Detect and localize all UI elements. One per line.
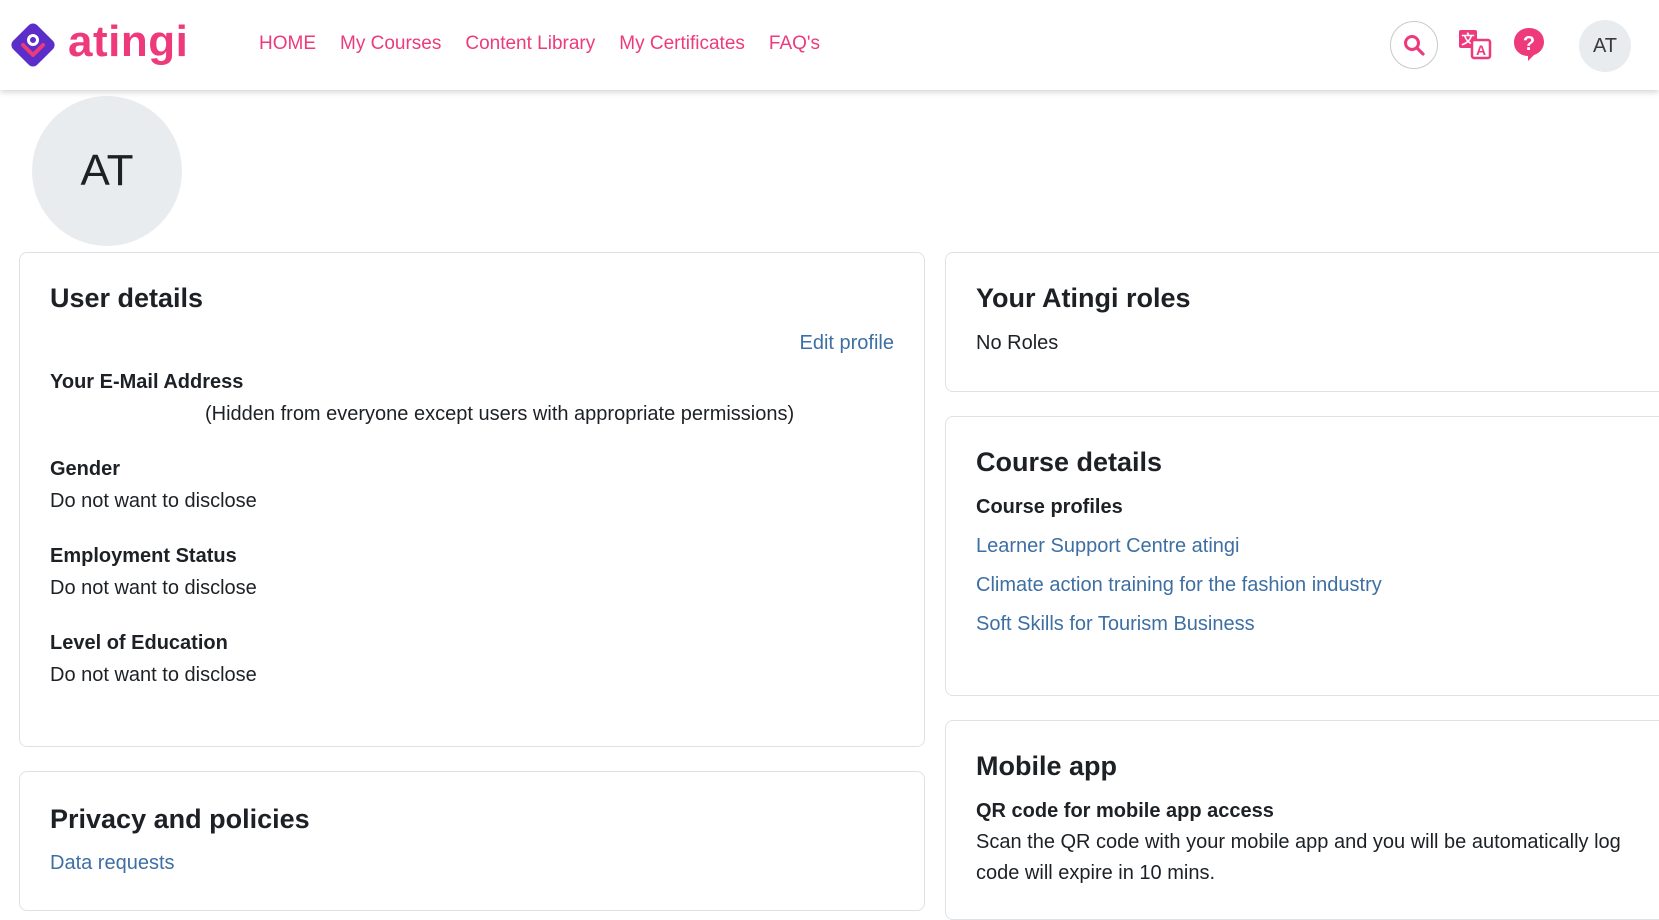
- nav-content-library[interactable]: Content Library: [465, 30, 595, 58]
- search-button[interactable]: [1390, 21, 1438, 69]
- course-link[interactable]: Climate action training for the fashion …: [976, 574, 1382, 597]
- course-details-card: Course details Course profiles Learner S…: [945, 416, 1659, 696]
- qr-code-label: QR code for mobile app access: [976, 800, 1274, 822]
- roles-title: Your Atingi roles: [976, 283, 1191, 313]
- mobile-app-card: Mobile app QR code for mobile app access…: [945, 720, 1659, 920]
- atingi-logo[interactable]: atingi: [6, 18, 188, 72]
- gender-label: Gender: [50, 458, 121, 480]
- logo-text: atingi: [68, 17, 189, 66]
- search-icon: [1404, 35, 1425, 56]
- course-profiles-label: Course profiles: [976, 496, 1123, 518]
- roles-card: Your Atingi roles No Roles: [945, 252, 1659, 392]
- qr-code-text-line1: Scan the QR code with your mobile app an…: [976, 831, 1621, 853]
- course-details-title: Course details: [976, 447, 1163, 477]
- nav-my-courses[interactable]: My Courses: [340, 30, 441, 58]
- top-navbar: atingi HOME My Courses Content Library M…: [0, 0, 1659, 90]
- course-link[interactable]: Learner Support Centre atingi: [976, 535, 1240, 558]
- gender-value: Do not want to disclose: [50, 490, 257, 512]
- nav-my-certificates[interactable]: My Certificates: [619, 30, 745, 58]
- nav-faqs[interactable]: FAQ's: [769, 30, 820, 58]
- qr-code-text-line2: code will expire in 10 mins.: [976, 862, 1215, 884]
- employment-label: Employment Status: [50, 545, 237, 567]
- course-link[interactable]: Soft Skills for Tourism Business: [976, 613, 1255, 636]
- svg-text:?: ?: [1523, 33, 1535, 55]
- user-details-card: User details Edit profile Your E-Mail Ad…: [19, 252, 925, 747]
- logo-diamond-icon: [11, 23, 55, 67]
- user-details-title: User details: [50, 283, 204, 313]
- email-label: Your E-Mail Address: [50, 371, 244, 393]
- email-note: (Hidden from everyone except users with …: [205, 403, 795, 425]
- translate-icon: 文 A: [1459, 30, 1492, 60]
- nav-home[interactable]: HOME: [259, 30, 316, 58]
- edit-profile-link[interactable]: Edit profile: [800, 332, 895, 355]
- data-requests-link[interactable]: Data requests: [50, 852, 175, 875]
- privacy-title: Privacy and policies: [50, 804, 310, 834]
- language-button[interactable]: 文 A: [1457, 26, 1493, 62]
- roles-value: No Roles: [976, 332, 1059, 354]
- mobile-app-title: Mobile app: [976, 751, 1117, 781]
- education-value: Do not want to disclose: [50, 664, 257, 686]
- help-button[interactable]: ?: [1511, 26, 1547, 62]
- svg-text:A: A: [1476, 42, 1486, 58]
- user-avatar-button[interactable]: AT: [1579, 20, 1631, 72]
- help-icon: ?: [1514, 28, 1544, 61]
- main-nav: HOME My Courses Content Library My Certi…: [259, 30, 844, 58]
- education-label: Level of Education: [50, 632, 228, 654]
- profile-avatar: AT: [32, 96, 182, 246]
- privacy-card: Privacy and policies Data requests: [19, 771, 925, 911]
- employment-value: Do not want to disclose: [50, 577, 257, 599]
- nav-actions: 文 A ? AT: [1359, 20, 1659, 72]
